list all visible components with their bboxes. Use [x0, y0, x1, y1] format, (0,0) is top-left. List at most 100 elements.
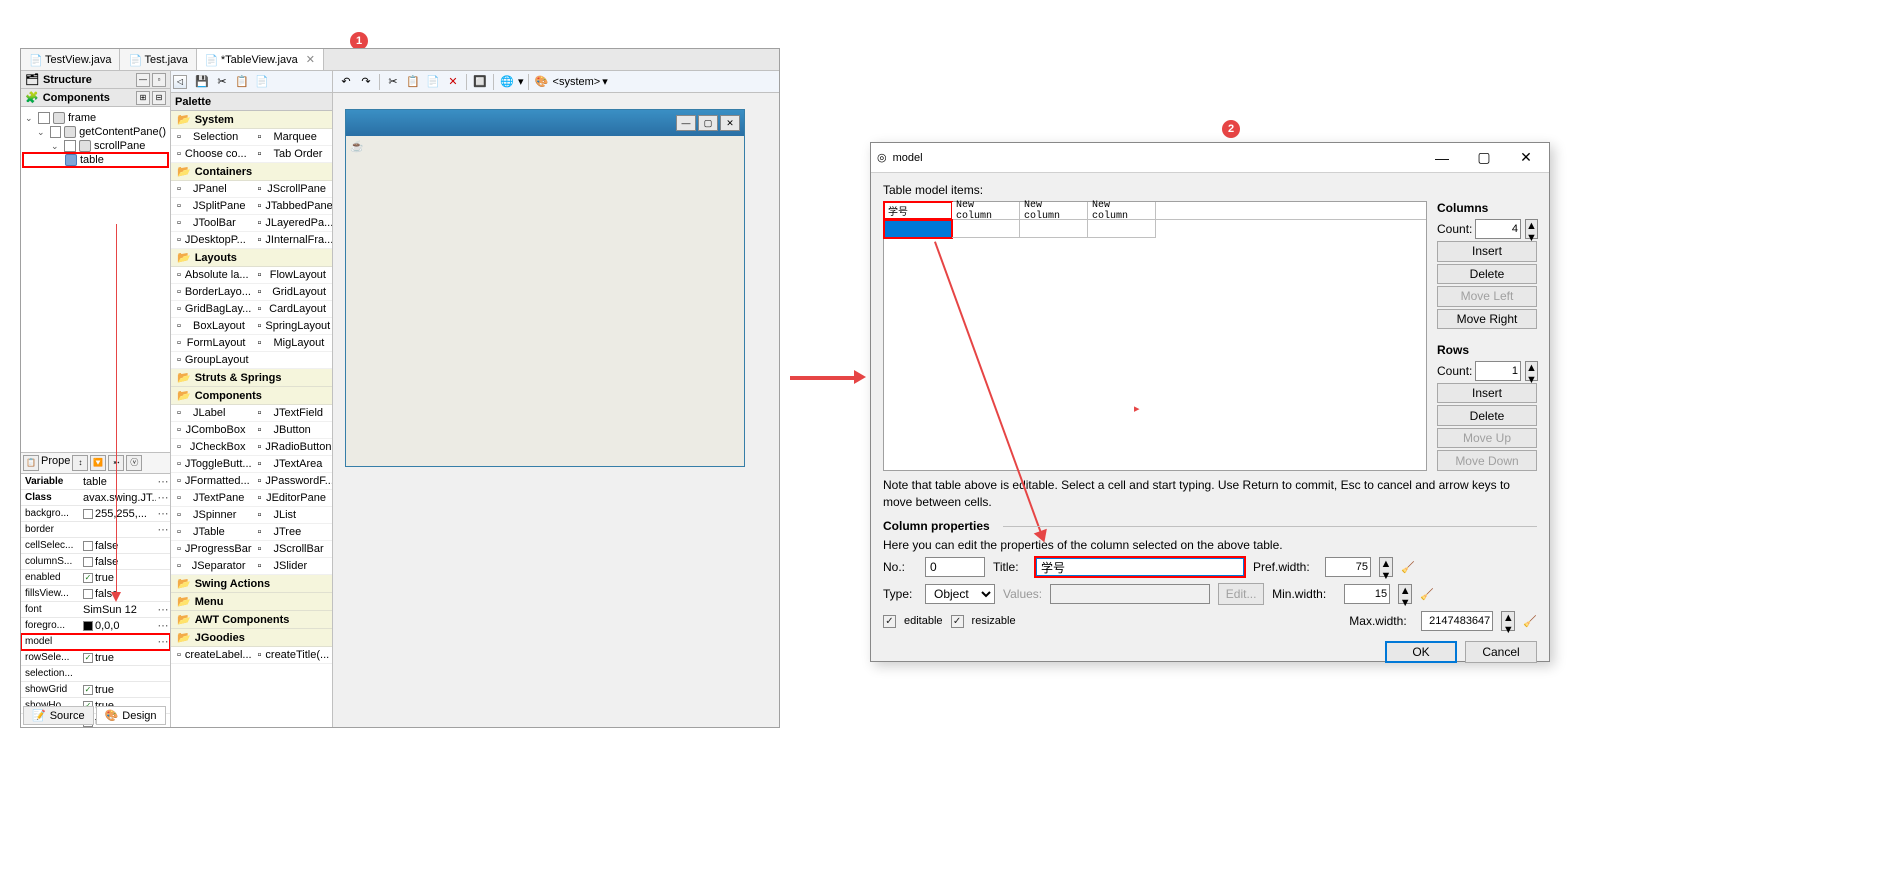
tab-testview[interactable]: 📄TestView.java: [21, 49, 120, 70]
palette-category[interactable]: 📂Struts & Springs: [171, 369, 332, 387]
palette-item[interactable]: ▫JLabel: [171, 405, 252, 422]
palette-item[interactable]: ▫Absolute la...: [171, 267, 252, 284]
tree-table[interactable]: table: [23, 153, 168, 167]
close-icon[interactable]: ✕: [1505, 144, 1547, 172]
minimize-icon[interactable]: —: [136, 73, 150, 87]
palette-item[interactable]: ▫JToggleButt...: [171, 456, 252, 473]
spinner-buttons[interactable]: ▲▼: [1398, 584, 1412, 604]
property-row[interactable]: foregro...0,0,0⋯: [21, 618, 170, 634]
palette-item[interactable]: ▫JSlider: [252, 558, 333, 575]
prop-tab-icon[interactable]: 📋: [23, 455, 39, 471]
checkbox[interactable]: [64, 140, 76, 152]
property-value[interactable]: 255,255,...: [79, 508, 156, 520]
palette-category[interactable]: 📂Components: [171, 387, 332, 405]
palette-item[interactable]: ▫BoxLayout: [171, 318, 252, 335]
palette-item[interactable]: ▫CardLayout: [252, 301, 333, 318]
checkbox-icon[interactable]: [83, 557, 93, 567]
max-width-spinner[interactable]: [1421, 611, 1493, 631]
laf-icon[interactable]: 🎨: [533, 73, 551, 91]
filter-icon[interactable]: 🔽: [90, 455, 106, 471]
columns-delete-button[interactable]: Delete: [1437, 264, 1537, 285]
close-icon[interactable]: ✕: [306, 53, 315, 66]
property-row[interactable]: cellSelec...false: [21, 538, 170, 554]
more-icon[interactable]: ⋯: [156, 619, 170, 632]
palette-category[interactable]: 📂Menu: [171, 593, 332, 611]
back-icon[interactable]: ◁: [173, 75, 187, 89]
palette-item[interactable]: ▫JSplitPane: [171, 198, 252, 215]
more-icon[interactable]: ⋯: [156, 475, 170, 488]
save-icon[interactable]: 💾: [193, 73, 211, 91]
table-cell[interactable]: [952, 220, 1020, 238]
palette-item[interactable]: ▫GroupLayout: [171, 352, 252, 369]
checkbox-icon[interactable]: [83, 541, 93, 551]
design-frame[interactable]: — ▢ ✕ ☕: [345, 109, 745, 467]
undo-icon[interactable]: ↶: [337, 73, 355, 91]
palette-item[interactable]: ▫GridLayout: [252, 284, 333, 301]
minimize-icon[interactable]: —: [1421, 144, 1463, 172]
tab-source[interactable]: 📝Source: [23, 706, 94, 725]
property-row[interactable]: backgro...255,255,...⋯: [21, 506, 170, 522]
twisty-icon[interactable]: ⌄: [25, 113, 35, 124]
expand-icon[interactable]: ⊞: [136, 91, 150, 105]
more-icon[interactable]: ⋯: [156, 507, 170, 520]
maximize-icon[interactable]: ▢: [1463, 144, 1505, 172]
rows-insert-button[interactable]: Insert: [1437, 383, 1537, 404]
property-value[interactable]: SimSun 12: [79, 604, 156, 616]
reset-icon[interactable]: 🧹: [1420, 588, 1434, 601]
tree-frame[interactable]: ⌄frame: [23, 111, 168, 125]
property-value[interactable]: ✓true: [79, 684, 156, 696]
palette-item[interactable]: ▫Choose co...: [171, 146, 252, 163]
design-body[interactable]: ☕: [346, 136, 744, 466]
type-combo[interactable]: Object: [925, 584, 995, 604]
table-cell-selected[interactable]: [884, 220, 952, 238]
palette-item[interactable]: ▫Marquee: [252, 129, 333, 146]
property-value[interactable]: 0,0,0: [79, 620, 156, 632]
reset-icon[interactable]: 🧹: [1401, 561, 1415, 574]
dropdown-arrow-icon[interactable]: ▾: [602, 75, 608, 88]
palette-item[interactable]: ▫FlowLayout: [252, 267, 333, 284]
property-row[interactable]: model⋯: [21, 634, 170, 650]
property-row[interactable]: fontSimSun 12⋯: [21, 602, 170, 618]
move-left-button[interactable]: Move Left: [1437, 286, 1537, 307]
palette-item[interactable]: ▫createTitle(...: [252, 647, 333, 664]
palette-item[interactable]: ▫JInternalFra...: [252, 232, 333, 249]
no-field[interactable]: [925, 557, 985, 577]
checkbox-icon[interactable]: ✓: [83, 653, 93, 663]
copy-icon[interactable]: 📋: [404, 73, 422, 91]
column-header[interactable]: New column: [1020, 202, 1088, 219]
property-row[interactable]: Classavax.swing.JT...⋯: [21, 490, 170, 506]
spinner-buttons[interactable]: ▲▼: [1379, 557, 1393, 577]
property-row[interactable]: columnS...false: [21, 554, 170, 570]
palette-item[interactable]: ▫JLayeredPa...: [252, 215, 333, 232]
checkbox-icon[interactable]: [83, 589, 93, 599]
palette-item[interactable]: ▫JTree: [252, 524, 333, 541]
dropdown-arrow-icon[interactable]: ▾: [518, 75, 524, 88]
more-icon[interactable]: ⋯: [156, 603, 170, 616]
paste-icon[interactable]: 📄: [253, 73, 271, 91]
palette-item[interactable]: ▫Selection: [171, 129, 252, 146]
edit-values-button[interactable]: Edit...: [1218, 583, 1264, 605]
palette-item[interactable]: ▫BorderLayo...: [171, 284, 252, 301]
property-value[interactable]: ✓true: [79, 572, 156, 584]
palette-item[interactable]: ▫JEditorPane: [252, 490, 333, 507]
more-icon[interactable]: ⋯: [156, 491, 170, 504]
cut-icon[interactable]: ✂: [213, 73, 231, 91]
palette-category[interactable]: 📂Swing Actions: [171, 575, 332, 593]
tree-contentpane[interactable]: ⌄getContentPane(): [23, 125, 168, 139]
system-laf-label[interactable]: <system>: [553, 76, 601, 88]
tab-tableview[interactable]: 📄*TableView.java✕: [197, 49, 324, 70]
twisty-icon[interactable]: ⌄: [37, 127, 47, 138]
minimize-icon[interactable]: —: [676, 115, 696, 131]
palette-item[interactable]: ▫JComboBox: [171, 422, 252, 439]
palette-item[interactable]: ▫JScrollPane: [252, 181, 333, 198]
checkbox[interactable]: [50, 126, 62, 138]
pref-width-spinner[interactable]: [1325, 557, 1371, 577]
palette-item[interactable]: [252, 352, 333, 369]
palette-item[interactable]: ▫JFormatted...: [171, 473, 252, 490]
vars-icon[interactable]: ⓥ: [126, 455, 142, 471]
palette-item[interactable]: ▫JToolBar: [171, 215, 252, 232]
copy-icon[interactable]: 📋: [233, 73, 251, 91]
palette-category[interactable]: 📂AWT Components: [171, 611, 332, 629]
cancel-button[interactable]: Cancel: [1465, 641, 1537, 663]
cut-icon[interactable]: ✂: [384, 73, 402, 91]
